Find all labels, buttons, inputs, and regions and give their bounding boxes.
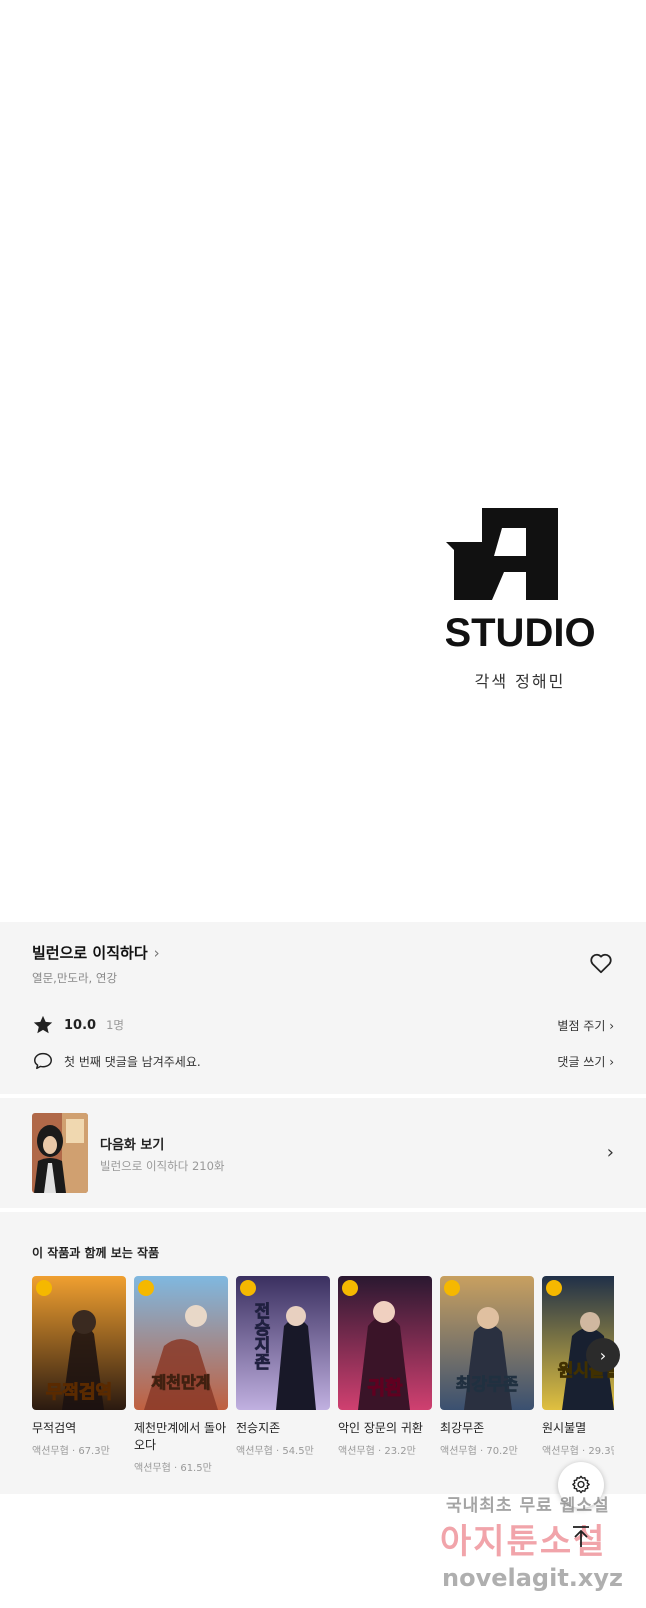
credits-text: 각색 정해민 (474, 672, 566, 691)
recommendation-title: 무적검역 (32, 1421, 77, 1435)
recommendation-cover: 귀환 (338, 1276, 432, 1410)
next-episode-thumbnail (32, 1113, 88, 1193)
svg-text:제천만계: 제천만계 (152, 1373, 211, 1392)
recommendation-card[interactable]: 제천만계 제천만계에서 돌아오다 액션무협 · 61.5만 (134, 1276, 228, 1474)
comment-row[interactable]: 첫 번째 댓글을 남겨주세요. (32, 1050, 201, 1072)
recommendation-title: 악인 장문의 귀환 (338, 1421, 423, 1435)
recommendations-title: 이 작품과 함께 보는 작품 (32, 1246, 160, 1260)
work-info-panel: 빌런으로 이직하다 › 열문,만도라, 연강 10.0 1명 별점 주기 › 첫… (0, 922, 646, 1094)
scroll-to-top-button[interactable] (566, 1522, 596, 1552)
svg-text:귀환: 귀환 (368, 1377, 403, 1399)
clock-icon (240, 1280, 256, 1296)
recommendations-carousel[interactable]: 무적검역 무적검역 액션무협 · 67.3만 제천만계 제천만계에서 돌아오다 … (32, 1276, 614, 1482)
studio-logo: STUDIO (446, 508, 594, 656)
next-episode-label: 다음화 보기 (100, 1138, 165, 1153)
studio-logo-mark: STUDIO (446, 508, 594, 655)
clock-icon (342, 1280, 358, 1296)
episode-viewer: STUDIO 각색 정해민 (0, 0, 646, 922)
recommendation-cover: 최강무존 (440, 1276, 534, 1410)
svg-text:무적검역: 무적검역 (46, 1382, 112, 1403)
work-authors: 열문,만도라, 연강 (32, 971, 118, 985)
recommendation-cover: 무적검역 (32, 1276, 126, 1410)
recommendation-card[interactable]: 전승지존 전승지존 액션무협 · 54.5만 (236, 1276, 330, 1457)
recommendation-title: 전승지존 (236, 1421, 281, 1435)
gear-icon (572, 1475, 590, 1494)
watermark-url: novelagit.xyz (442, 1564, 624, 1592)
arrow-up-icon (573, 1526, 589, 1547)
chevron-right-icon: › (153, 943, 160, 962)
clock-icon (138, 1280, 154, 1296)
speech-bubble-icon (34, 1052, 52, 1070)
clock-icon (444, 1280, 460, 1296)
rating-score: 10.0 (64, 1017, 97, 1033)
rating-count: 1명 (106, 1018, 124, 1032)
settings-button[interactable] (558, 1462, 604, 1508)
write-comment-button[interactable]: 댓글 쓰기 › (557, 1053, 614, 1070)
recommendation-meta: 액션무협 · 23.2만 (338, 1446, 416, 1457)
svg-text:최강무존: 최강무존 (456, 1375, 519, 1395)
next-episode-subtitle: 빌런으로 이직하다 210화 (100, 1159, 225, 1173)
recommendation-title: 제천만계에서 돌아오다 (134, 1421, 227, 1452)
clock-icon (546, 1280, 562, 1296)
recommendation-cover: 전승지존 (236, 1276, 330, 1410)
favorite-button[interactable] (588, 950, 614, 976)
carousel-next-button[interactable]: › (586, 1338, 620, 1372)
recommendation-meta: 액션무협 · 67.3만 (32, 1446, 110, 1457)
studio-wordmark: STUDIO (446, 611, 594, 655)
rating-row: 10.0 1명 (32, 1014, 124, 1036)
recommendation-card[interactable]: 무적검역 무적검역 액션무협 · 67.3만 (32, 1276, 126, 1457)
work-title-link[interactable]: 빌런으로 이직하다 › (32, 942, 160, 963)
recommendation-title: 최강무존 (440, 1421, 485, 1435)
chevron-right-icon: › (606, 1142, 614, 1163)
star-icon (33, 1015, 53, 1034)
recommendations-panel: 이 작품과 함께 보는 작품 무적검역 무적검역 액션무협 · 67.3만 제천… (0, 1212, 646, 1494)
next-episode-button[interactable]: 다음화 보기 빌런으로 이직하다 210화 › (0, 1098, 646, 1208)
recommendation-card[interactable]: 귀환 악인 장문의 귀환 액션무협 · 23.2만 (338, 1276, 432, 1457)
svg-text:전승지존: 전승지존 (250, 1302, 270, 1370)
recommendation-title: 원시불멸 (542, 1421, 587, 1435)
recommendation-cover: 제천만계 (134, 1276, 228, 1410)
chevron-right-icon: › (599, 1345, 607, 1365)
recommendation-meta: 액션무협 · 29.3만 (542, 1446, 614, 1457)
work-title: 빌런으로 이직하다 (32, 944, 148, 962)
watermark: 국내최초 무료 웹소설 아지툰소설 novelagit.xyz (440, 1488, 640, 1600)
recommendation-meta: 액션무협 · 61.5만 (134, 1463, 212, 1474)
recommendation-meta: 액션무협 · 54.5만 (236, 1446, 314, 1457)
recommendation-card[interactable]: 최강무존 최강무존 액션무협 · 70.2만 (440, 1276, 534, 1457)
recommendation-meta: 액션무협 · 70.2만 (440, 1446, 518, 1457)
clock-icon (36, 1280, 52, 1296)
rate-button[interactable]: 별점 주기 › (557, 1017, 614, 1034)
heart-icon (590, 953, 612, 974)
comment-prompt: 첫 번째 댓글을 남겨주세요. (64, 1054, 201, 1069)
